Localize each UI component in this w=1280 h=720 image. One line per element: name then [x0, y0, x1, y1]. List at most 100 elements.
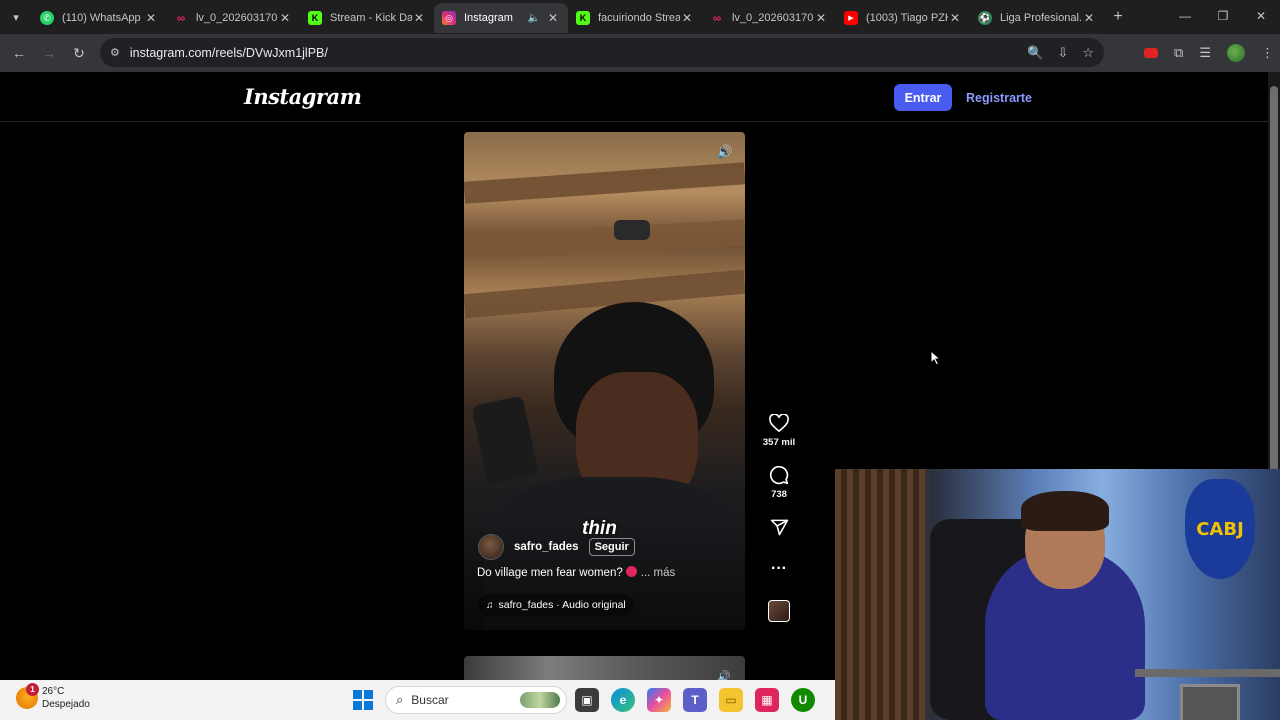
tab-title: Stream - Kick Da... — [330, 12, 412, 24]
tab-audio-icon[interactable]: 🔈 — [528, 13, 540, 24]
tab-youtube[interactable]: ▶ (1003) Tiago PZK... ✕ — [836, 3, 970, 33]
capcut-icon: ∞ — [176, 11, 186, 25]
caption-more-link[interactable]: ... más — [641, 567, 676, 579]
weather-widget[interactable]: 1 26°C Despejado — [16, 683, 90, 711]
emoji-icon — [625, 566, 637, 577]
youtube-icon: ▶ — [844, 11, 858, 25]
heart-icon[interactable] — [768, 412, 790, 434]
tab-liga-profesional[interactable]: ⚽ Liga Profesional... ✕ — [970, 3, 1104, 33]
audio-link[interactable]: ♫ safro_fades · Audio original — [478, 594, 634, 616]
zoom-icon[interactable]: 🔍 — [1027, 45, 1043, 61]
edge-icon[interactable]: e — [611, 688, 635, 712]
tab-instagram[interactable]: ◎ Instagram 🔈 ✕ — [434, 3, 568, 33]
kick-icon: K — [576, 11, 590, 25]
close-tab-icon[interactable]: ✕ — [948, 11, 962, 25]
notification-badge: 1 — [26, 683, 39, 696]
close-tab-icon[interactable]: ✕ — [546, 11, 560, 25]
comment-icon[interactable] — [768, 464, 790, 486]
share-icon[interactable] — [768, 516, 790, 538]
reel-actions: 357 mil 738 ··· — [759, 412, 799, 622]
reel-video[interactable]: 🔊 thin safro_fades Seguir Do village men… — [464, 132, 745, 630]
close-window-icon[interactable]: ✕ — [1242, 0, 1280, 32]
close-tab-icon[interactable]: ✕ — [814, 11, 828, 25]
author-avatar[interactable] — [478, 534, 504, 560]
close-tab-icon[interactable]: ✕ — [278, 11, 292, 25]
minimize-icon[interactable]: — — [1166, 0, 1204, 32]
taskbar-apps: ▣ e ✦ T ▭ ▦ U — [575, 688, 815, 712]
tab-title: Instagram — [464, 12, 513, 24]
instagram-icon: ◎ — [442, 11, 456, 25]
next-reel-preview[interactable]: 🔊 — [464, 656, 745, 680]
video-frame-detail — [464, 162, 745, 204]
forward-icon[interactable]: → — [34, 45, 64, 61]
tab-search-menu[interactable]: ▾ — [0, 1, 32, 33]
upwork-icon[interactable]: U — [791, 688, 815, 712]
webcam-background — [835, 469, 925, 720]
restore-icon[interactable]: ❐ — [1204, 0, 1242, 32]
signup-link[interactable]: Registrarte — [966, 84, 1032, 111]
tab-whatsapp[interactable]: ✆ (110) WhatsApp ✕ — [32, 3, 166, 33]
webcam-shelf — [1135, 669, 1280, 677]
window-controls: — ❐ ✕ — [1166, 0, 1280, 32]
weather-temperature: 26°C — [42, 686, 65, 697]
weather-text: 26°C Despejado — [42, 685, 90, 711]
tab-capcut-1[interactable]: ∞ lv_0_202603170... ✕ — [166, 3, 300, 33]
follow-button[interactable]: Seguir — [588, 538, 635, 556]
browser-tab-strip: ▾ ✆ (110) WhatsApp ✕ ∞ lv_0_202603170...… — [0, 0, 1280, 34]
audio-thumbnail-action[interactable] — [768, 600, 790, 622]
copilot-icon[interactable]: ✦ — [647, 688, 671, 712]
like-action[interactable]: 357 mil — [763, 412, 795, 448]
recording-extension-icon[interactable] — [1144, 48, 1159, 58]
more-options-icon[interactable]: ··· — [768, 558, 790, 580]
capcut-app-icon[interactable]: ▦ — [755, 688, 779, 712]
share-action[interactable] — [768, 516, 790, 538]
reload-icon[interactable]: ↻ — [64, 45, 94, 62]
search-icon: ⌕ — [396, 692, 404, 707]
author-username[interactable]: safro_fades — [514, 541, 579, 553]
instagram-logo[interactable]: Instagram — [244, 84, 362, 109]
file-explorer-icon[interactable]: ▭ — [719, 688, 743, 712]
sound-toggle-icon[interactable]: 🔊 — [717, 144, 733, 160]
like-count: 357 mil — [762, 437, 796, 448]
close-tab-icon[interactable]: ✕ — [680, 11, 694, 25]
sound-toggle-icon[interactable]: 🔊 — [717, 670, 731, 680]
comment-action[interactable]: 738 — [768, 464, 790, 500]
taskbar-search[interactable]: ⌕ Buscar — [385, 686, 567, 714]
address-bar[interactable]: ⚙ instagram.com/reels/DVwJxm1jlPB/ 🔍 ⇩ ☆ — [100, 38, 1104, 67]
search-placeholder: Buscar — [411, 693, 449, 707]
tab-capcut-2[interactable]: ∞ lv_0_202603170... ✕ — [702, 3, 836, 33]
login-button[interactable]: Entrar — [894, 84, 952, 111]
webcam-overlay: CABJ — [835, 469, 1280, 720]
install-app-icon[interactable]: ⇩ — [1057, 45, 1068, 61]
url-text[interactable]: instagram.com/reels/DVwJxm1jlPB/ — [130, 46, 328, 60]
more-options-action[interactable]: ··· — [768, 558, 790, 580]
boca-juniors-crest: CABJ — [1185, 479, 1255, 579]
extensions-puzzle-icon[interactable]: ⧉ — [1174, 45, 1183, 61]
close-tab-icon[interactable]: ✕ — [412, 11, 426, 25]
tab-title: lv_0_202603170... — [732, 12, 814, 24]
kick-icon: K — [308, 11, 322, 25]
tab-title: (1003) Tiago PZK... — [866, 12, 948, 24]
bookmark-star-icon[interactable]: ☆ — [1082, 45, 1094, 61]
webcam-picture-frame — [1180, 684, 1240, 720]
site-info-icon[interactable]: ⚙ — [110, 46, 120, 59]
capcut-icon: ∞ — [712, 11, 722, 25]
address-bar-actions: 🔍 ⇩ ☆ — [1027, 38, 1094, 67]
browser-menu-icon[interactable]: ⋮ — [1261, 45, 1274, 61]
windows-start-icon[interactable] — [353, 690, 373, 710]
liga-icon: ⚽ — [978, 11, 992, 25]
tab-kick-stream[interactable]: K Stream - Kick Da... ✕ — [300, 3, 434, 33]
browser-toolbar: ← → ↻ ⚙ instagram.com/reels/DVwJxm1jlPB/… — [0, 34, 1280, 72]
profile-avatar[interactable] — [1227, 44, 1245, 62]
windows-taskbar: 1 26°C Despejado ⌕ Buscar ▣ e ✦ T ▭ ▦ U — [0, 680, 835, 720]
new-tab-button[interactable]: + — [1104, 8, 1132, 26]
tab-search-icon[interactable]: ☰ — [1199, 45, 1211, 61]
back-icon[interactable]: ← — [4, 45, 34, 61]
audio-thumbnail[interactable] — [768, 600, 790, 622]
tab-kick-facuiriondo[interactable]: K facuiriondo Strea... ✕ — [568, 3, 702, 33]
teams-icon[interactable]: T — [683, 688, 707, 712]
close-tab-icon[interactable]: ✕ — [144, 11, 158, 25]
close-tab-icon[interactable]: ✕ — [1082, 11, 1096, 25]
task-view-icon[interactable]: ▣ — [575, 688, 599, 712]
video-frame-detail — [464, 219, 745, 261]
